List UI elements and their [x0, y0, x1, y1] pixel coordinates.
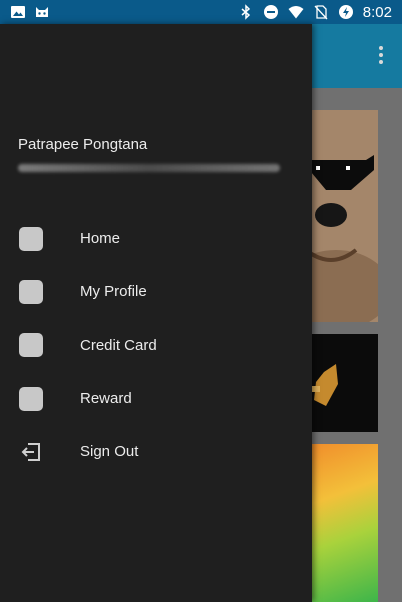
bluetooth-icon: [241, 4, 250, 20]
no-sim-icon: [314, 5, 328, 20]
user-email-blurred: [18, 164, 280, 172]
menu-item-label: Reward: [80, 390, 132, 408]
user-name: Patrapee Pongtana: [18, 136, 148, 153]
clock: 8:02: [362, 3, 392, 21]
battery-charging-icon: [338, 5, 353, 19]
menu-item-home[interactable]: Home: [0, 212, 312, 265]
profile-icon: [19, 279, 43, 304]
do-not-disturb-icon: [263, 5, 278, 19]
menu-item-credit-card[interactable]: Credit Card: [0, 319, 312, 372]
home-icon: [19, 226, 43, 251]
status-bar: 8:02: [0, 0, 402, 24]
wifi-icon: [288, 6, 304, 19]
navigation-drawer: Patrapee Pongtana Home My Profile Credit…: [0, 24, 312, 602]
menu-item-label: Sign Out: [80, 443, 139, 461]
menu-item-sign-out[interactable]: Sign Out: [0, 425, 312, 478]
menu-item-reward[interactable]: Reward: [0, 372, 312, 425]
menu-item-label: My Profile: [80, 283, 147, 301]
menu-item-label: Home: [80, 230, 121, 248]
menu-item-label: Credit Card: [80, 336, 157, 354]
credit-card-icon: [19, 333, 43, 358]
image-icon: [11, 6, 25, 18]
sign-out-icon: [19, 440, 43, 464]
overflow-menu-icon[interactable]: [378, 46, 384, 66]
drawer-menu: Home My Profile Credit Card Reward Sign …: [0, 212, 312, 478]
cat-face-icon: [36, 7, 48, 17]
reward-icon: [19, 386, 43, 411]
menu-item-my-profile[interactable]: My Profile: [0, 265, 312, 318]
